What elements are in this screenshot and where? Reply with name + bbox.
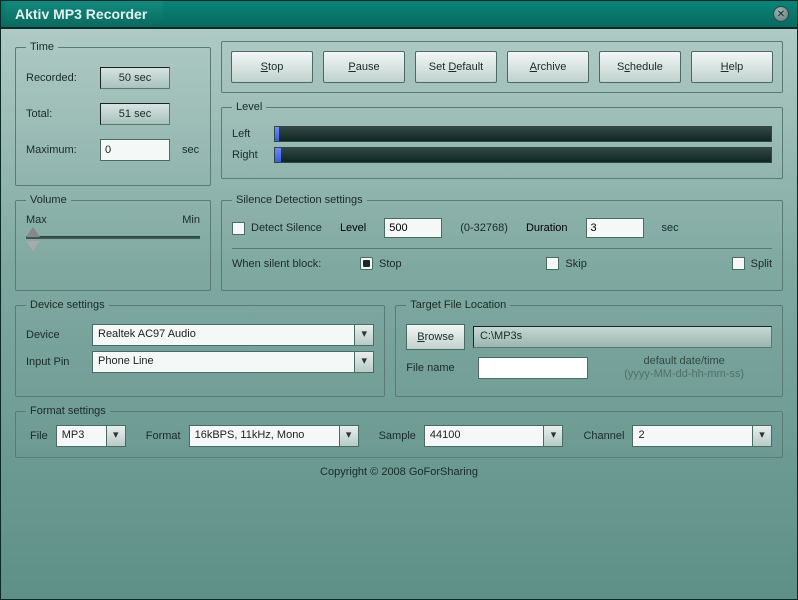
level-legend: Level (232, 101, 266, 113)
chevron-down-icon[interactable]: ▾ (354, 324, 374, 346)
titlebar: Aktiv MP3 Recorder ✕ (1, 1, 797, 29)
input-pin-select[interactable]: Phone Line ▾ (92, 351, 374, 373)
chevron-down-icon[interactable]: ▾ (339, 425, 359, 447)
chevron-down-icon[interactable]: ▾ (752, 425, 772, 447)
sample-select[interactable]: 44100 ▾ (424, 425, 564, 447)
filename-label: File name (406, 362, 470, 374)
pause-button[interactable]: Pause (323, 51, 405, 83)
silence-duration-unit: sec (662, 222, 679, 234)
sample-label: Sample (379, 430, 416, 442)
input-pin-label: Input Pin (26, 356, 84, 368)
device-label: Device (26, 329, 84, 341)
when-silent-label: When silent block: (232, 258, 342, 270)
volume-thumb[interactable] (26, 227, 40, 251)
radio-icon (360, 257, 373, 270)
chevron-down-icon[interactable]: ▾ (354, 351, 374, 373)
maximum-unit: sec (182, 144, 199, 156)
path-display: C:\MP3s (473, 326, 772, 348)
format-group: Format settings File MP3 ▾ Format 16kBPS… (15, 405, 783, 458)
silence-duration-input[interactable] (586, 218, 644, 238)
checkbox-icon (546, 257, 559, 270)
time-legend: Time (26, 41, 58, 53)
silent-skip-radio[interactable]: Skip (546, 257, 586, 270)
silence-range: (0-32768) (460, 222, 508, 234)
silence-duration-label: Duration (526, 222, 568, 234)
silent-stop-radio[interactable]: Stop (360, 257, 402, 270)
recorded-value: 50 sec (100, 67, 170, 89)
total-value: 51 sec (100, 103, 170, 125)
volume-min-label: Min (182, 214, 200, 226)
detect-silence-checkbox[interactable]: Detect Silence (232, 222, 322, 235)
recorded-label: Recorded: (26, 72, 92, 84)
help-button[interactable]: Help (691, 51, 773, 83)
format-legend: Format settings (26, 405, 110, 417)
filename-hint: default date/time (yyyy-MM-dd-hh-mm-ss) (596, 355, 772, 381)
stop-button[interactable]: Stop (231, 51, 313, 83)
toolbar: Stop Pause Set Default Archive Schedule … (221, 41, 783, 93)
silence-level-input[interactable] (384, 218, 442, 238)
device-legend: Device settings (26, 299, 109, 311)
level-right-meter (274, 147, 772, 163)
time-group: Time Recorded: 50 sec Total: 51 sec Maxi… (15, 41, 211, 186)
filename-input[interactable] (478, 357, 588, 379)
device-group: Device settings Device Realtek AC97 Audi… (15, 299, 385, 397)
volume-legend: Volume (26, 194, 71, 206)
silence-legend: Silence Detection settings (232, 194, 367, 206)
target-legend: Target File Location (406, 299, 510, 311)
level-group: Level Left Right (221, 101, 783, 179)
silent-split-radio[interactable]: Split (732, 257, 772, 270)
volume-group: Volume Max Min (15, 194, 211, 291)
channel-label: Channel (583, 430, 624, 442)
set-default-button[interactable]: Set Default (415, 51, 497, 83)
volume-max-label: Max (26, 214, 47, 226)
level-left-meter (274, 126, 772, 142)
app-window: Aktiv MP3 Recorder ✕ Time Recorded: 50 s… (0, 0, 798, 600)
schedule-button[interactable]: Schedule (599, 51, 681, 83)
device-select[interactable]: Realtek AC97 Audio ▾ (92, 324, 374, 346)
archive-button[interactable]: Archive (507, 51, 589, 83)
volume-slider[interactable] (26, 236, 200, 240)
chevron-down-icon[interactable]: ▾ (106, 425, 126, 447)
total-label: Total: (26, 108, 92, 120)
checkbox-icon (732, 257, 745, 270)
file-select[interactable]: MP3 ▾ (56, 425, 126, 447)
checkbox-icon (232, 222, 245, 235)
target-group: Target File Location Browse C:\MP3s File… (395, 299, 783, 397)
format-select[interactable]: 16kBPS, 11kHz, Mono ▾ (189, 425, 359, 447)
maximum-label: Maximum: (26, 144, 92, 156)
app-body: Time Recorded: 50 sec Total: 51 sec Maxi… (1, 29, 797, 482)
chevron-down-icon[interactable]: ▾ (543, 425, 563, 447)
level-left-label: Left (232, 128, 266, 140)
level-right-label: Right (232, 149, 266, 161)
close-icon[interactable]: ✕ (773, 6, 789, 22)
maximum-input[interactable] (100, 139, 170, 161)
channel-select[interactable]: 2 ▾ (632, 425, 772, 447)
silence-level-label: Level (340, 222, 366, 234)
browse-button[interactable]: Browse (406, 324, 465, 350)
format-label: Format (146, 430, 181, 442)
copyright: Copyright © 2008 GoForSharing (15, 466, 783, 478)
app-title: Aktiv MP3 Recorder (5, 1, 163, 26)
file-label: File (30, 430, 48, 442)
silence-group: Silence Detection settings Detect Silenc… (221, 194, 783, 291)
